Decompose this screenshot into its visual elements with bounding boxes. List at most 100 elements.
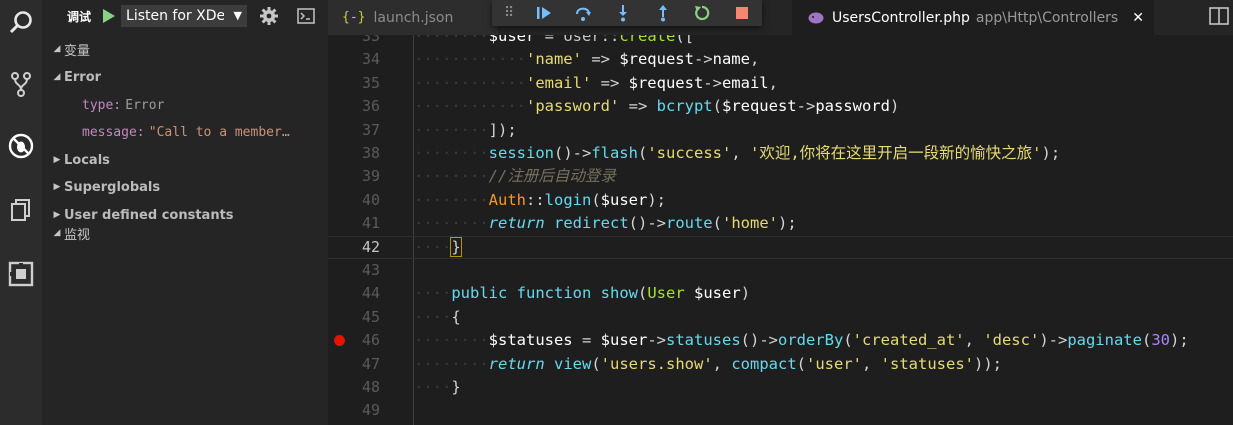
tab-users-controller[interactable]: UsersController.php app\Http\Controllers… [792, 0, 1154, 35]
activity-bar [0, 0, 42, 425]
code-text: ············'email' => $request->email, [414, 73, 778, 92]
source-control-icon[interactable] [0, 64, 42, 104]
debug-title: 调试 [67, 9, 92, 24]
section-watch[interactable]: ◢ 监视 [50, 222, 90, 244]
code-line[interactable]: 36 ············'password' => bcrypt($requ… [328, 95, 1233, 118]
editor-tab-bar: {-} launch.json UsersController.php app\… [328, 0, 1233, 35]
code-line[interactable]: 48 ····} [328, 376, 1233, 399]
line-number: 43 [361, 261, 380, 279]
code-text: ········session()->flash('success', '欢迎,… [414, 144, 1061, 162]
variable-message[interactable]: message: "Call to a member… [82, 121, 290, 143]
line-number: 48 [361, 378, 380, 396]
close-icon[interactable]: ✕ [1132, 10, 1144, 26]
code-line[interactable]: 33 ········$user = User::create([ [328, 35, 1233, 48]
scope-superglobals[interactable]: ▶ Superglobals [50, 176, 161, 198]
step-over-icon [576, 7, 592, 21]
chevron-down-icon: ◢ [53, 72, 61, 82]
scope-error[interactable]: ◢ Error [50, 66, 102, 88]
code-line[interactable]: 37 ········]); [328, 119, 1233, 142]
extensions-icon[interactable] [0, 254, 42, 294]
start-debugging-icon[interactable] [103, 9, 116, 23]
step-out-icon [658, 5, 667, 22]
debug-console-icon[interactable] [297, 8, 315, 24]
code-text: ········$statuses = $user->statuses()->o… [414, 331, 1189, 350]
code-line[interactable]: 39 ········//注册后自动登录 [328, 165, 1233, 188]
step-over-button[interactable] [564, 0, 604, 26]
code-line[interactable]: 34 ············'name' => $request->name, [328, 48, 1233, 71]
code-line[interactable]: 42 ····} [328, 235, 1233, 259]
line-number: 42 [361, 237, 380, 256]
scope-locals[interactable]: ▶ Locals [50, 149, 110, 171]
code-line[interactable]: 40 ········Auth::login($user); [328, 189, 1233, 212]
gear-icon[interactable] [259, 6, 279, 26]
section-variables[interactable]: ◢ 变量 [50, 38, 90, 60]
line-number: 41 [361, 214, 380, 233]
restart-button[interactable] [683, 0, 723, 26]
code-text: ············'name' => $request->name, [414, 50, 760, 69]
step-out-button[interactable] [643, 0, 683, 26]
debug-action-bar: ⠿ [492, 0, 762, 26]
chevron-right-icon: ▶ [53, 155, 61, 165]
code-text: ····} [414, 378, 461, 396]
code-text: ········]); [414, 120, 517, 139]
code-text: ········//注册后自动登录 [414, 167, 616, 186]
step-into-icon [619, 5, 628, 22]
chevron-right-icon: ▶ [53, 210, 61, 220]
debug-icon[interactable] [0, 126, 42, 166]
drag-handle-icon[interactable]: ⠿ [504, 5, 524, 21]
line-number: 40 [361, 190, 380, 209]
line-number: 44 [361, 284, 380, 303]
split-editor-icon[interactable] [1209, 7, 1229, 25]
stop-button[interactable] [722, 0, 762, 26]
debug-config-select[interactable]: Listen for XDebug ▼ [121, 5, 248, 27]
line-number: 33 [361, 35, 380, 45]
restart-icon [695, 5, 710, 21]
code-text: ········$user = User::create([ [414, 35, 694, 45]
code-line[interactable]: 49 [328, 399, 1233, 422]
line-number: 46 [361, 331, 380, 350]
line-number: 34 [361, 50, 380, 69]
json-file-icon: {-} [342, 10, 366, 25]
debug-toolbar: 调试 Listen for XDebug ▼ [42, 0, 328, 32]
code-line[interactable]: 45 ····{ [328, 306, 1233, 329]
current-line-highlight [328, 235, 1233, 259]
line-number: 45 [361, 307, 380, 326]
search-icon[interactable] [0, 2, 42, 42]
code-line[interactable]: 35 ············'email' => $request->email… [328, 72, 1233, 95]
code-line[interactable]: 41 ········return redirect()->route('home… [328, 212, 1233, 235]
code-line[interactable]: 47 ········return view('users.show', comp… [328, 353, 1233, 376]
code-line[interactable]: 38 ········session()->flash('success', '欢… [328, 142, 1233, 165]
chevron-down-icon: ◢ [53, 44, 61, 54]
line-number: 37 [361, 120, 380, 139]
code-text: ········return view('users.show', compac… [414, 354, 1002, 373]
code-editor[interactable]: 33 ········$user = User::create([34 ······… [328, 35, 1233, 425]
chevron-right-icon: ▶ [53, 182, 61, 192]
php-file-icon [808, 12, 824, 23]
explorer-icon[interactable] [0, 190, 42, 230]
chevron-down-icon: ◢ [53, 228, 61, 238]
continue-icon [536, 7, 551, 19]
debug-sidebar: 调试 Listen for XDebug ▼ ◢ 变量 ◢ Error type… [42, 0, 328, 425]
code-text: ········Auth::login($user); [414, 190, 667, 209]
line-number: 47 [361, 354, 380, 373]
stop-icon [736, 7, 749, 19]
chevron-down-icon: ▼ [233, 9, 243, 22]
line-number: 39 [361, 167, 380, 186]
code-text: ····} [414, 236, 462, 257]
code-text: ········return redirect()->route('home')… [414, 214, 797, 233]
line-number: 36 [361, 97, 380, 116]
tab-launch-json[interactable]: {-} launch.json [328, 0, 498, 35]
line-number: 38 [361, 144, 380, 162]
code-text: ····{ [414, 307, 461, 326]
debug-config-label: Listen for XDebug [126, 8, 225, 24]
code-line[interactable]: 44 ····public function show(User $user) [328, 282, 1233, 305]
code-line[interactable]: 46 ········$statuses = $user->statuses()-… [328, 329, 1233, 352]
line-number: 35 [361, 73, 380, 92]
step-into-button[interactable] [603, 0, 643, 26]
line-number: 49 [361, 401, 380, 420]
code-text: ····public function show(User $user) [414, 284, 751, 303]
code-line[interactable]: 43 [328, 259, 1233, 282]
continue-button[interactable] [524, 0, 564, 26]
variable-type[interactable]: type: Error [82, 94, 164, 116]
code-text: ············'password' => bcrypt($reques… [414, 97, 900, 116]
